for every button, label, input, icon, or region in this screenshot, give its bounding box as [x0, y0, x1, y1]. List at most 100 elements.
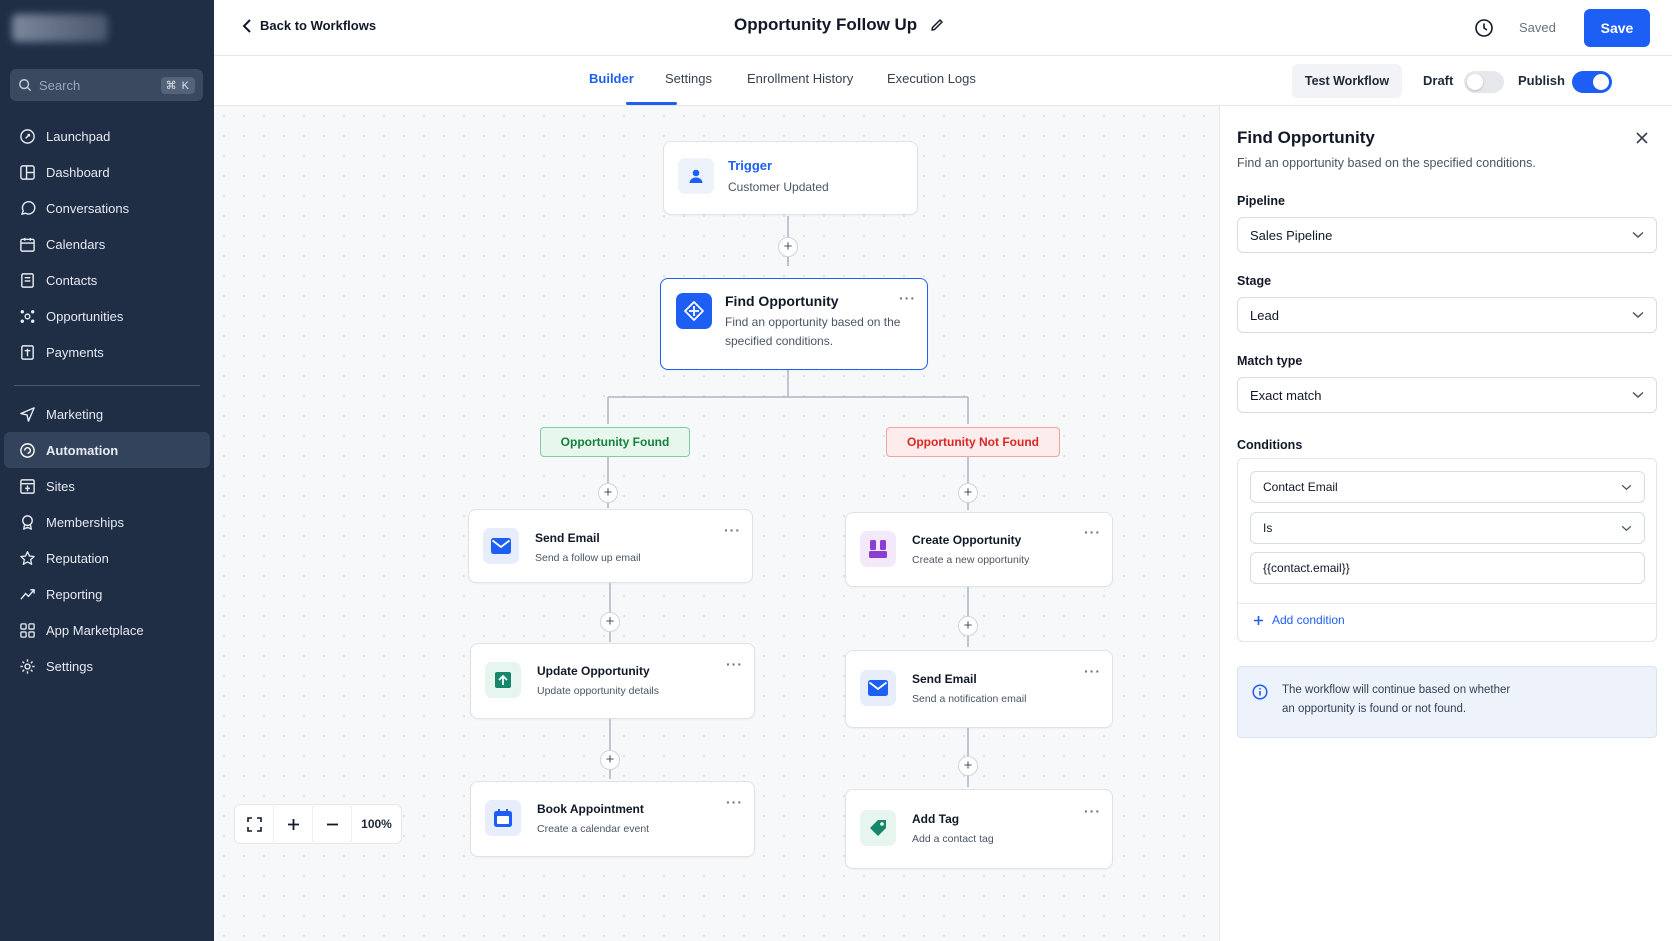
close-icon[interactable]	[1635, 131, 1649, 145]
trigger-node[interactable]: Trigger Customer Updated	[663, 141, 918, 215]
branch-opportunity-not-found[interactable]: Opportunity Not Found	[886, 427, 1060, 457]
add-step-button[interactable]: +	[958, 616, 978, 636]
sidebar-item-label: Calendars	[46, 236, 106, 252]
send-icon	[20, 406, 35, 422]
add-step-button[interactable]: +	[600, 612, 620, 632]
back-to-workflows-link[interactable]: Back to Workflows	[242, 18, 376, 33]
book-appointment-node[interactable]: Book Appointment Create a calendar event…	[470, 781, 755, 857]
test-workflow-button[interactable]: Test Workflow	[1292, 64, 1402, 98]
condition-operator-value: Is	[1263, 521, 1273, 535]
find-opportunity-icon	[676, 293, 712, 329]
pipeline-value: Sales Pipeline	[1250, 227, 1333, 243]
find-opportunity-node[interactable]: Find Opportunity Find an opportunity bas…	[660, 278, 928, 370]
sidebar-item-conversations[interactable]: Conversations	[4, 190, 210, 226]
chevron-down-icon	[1632, 391, 1644, 399]
sidebar-item-calendars[interactable]: Calendars	[4, 226, 210, 262]
contacts-icon	[21, 272, 34, 288]
node-menu-button[interactable]: ···	[726, 656, 743, 672]
info-text: The workflow will continue based on whet…	[1282, 681, 1510, 719]
conditions-box: Contact Email Is {{contact.email}} Add c…	[1237, 458, 1657, 642]
publish-toggle[interactable]	[1572, 71, 1612, 93]
match-type-select[interactable]: Exact match	[1237, 377, 1657, 413]
update-opportunity-node[interactable]: Update Opportunity Update opportunity de…	[470, 643, 755, 719]
chat-icon	[21, 200, 36, 215]
condition-value-input[interactable]: {{contact.email}}	[1250, 552, 1645, 584]
panel-title: Find Opportunity	[1237, 128, 1375, 147]
draft-label: Draft	[1423, 73, 1454, 88]
trigger-subtitle: Customer Updated	[728, 180, 829, 194]
publish-label: Publish	[1518, 73, 1565, 88]
branch-opportunity-found[interactable]: Opportunity Found	[540, 427, 690, 457]
conditions-divider	[1238, 603, 1656, 604]
add-step-button[interactable]: +	[598, 483, 618, 503]
add-tag-node[interactable]: Add Tag Add a contact tag ···	[845, 789, 1113, 869]
sidebar-item-label: Marketing	[46, 406, 104, 422]
match-type-value: Exact match	[1250, 387, 1322, 403]
sidebar-item-opportunities[interactable]: Opportunities	[4, 298, 210, 334]
stage-select[interactable]: Lead	[1237, 297, 1657, 333]
sidebar-item-launchpad[interactable]: Launchpad	[4, 118, 210, 154]
node-menu-button[interactable]: ···	[724, 522, 741, 538]
send-email-node[interactable]: Send Email Send a follow up email ···	[468, 509, 753, 583]
condition-field-select[interactable]: Contact Email	[1250, 471, 1645, 503]
add-condition-button[interactable]: Add condition	[1253, 613, 1345, 627]
condition-operator-select[interactable]: Is	[1250, 512, 1645, 544]
find-opportunity-title: Find Opportunity	[725, 293, 839, 309]
membership-icon	[22, 514, 33, 530]
sidebar-item-sites[interactable]: Sites	[4, 468, 210, 504]
brand-logo	[12, 14, 108, 42]
node-menu-button[interactable]: ···	[1084, 524, 1101, 540]
sidebar-item-marketing[interactable]: Marketing	[4, 396, 210, 432]
top-bar: Back to Workflows Opportunity Follow Up …	[214, 0, 1672, 56]
add-step-button[interactable]: +	[778, 237, 798, 257]
sidebar-item-settings[interactable]: Settings	[4, 648, 210, 684]
nav-primary: Launchpad Dashboard Conversations Calend…	[0, 118, 214, 370]
tab-builder[interactable]: Builder	[589, 71, 634, 86]
sidebar-item-reputation[interactable]: Reputation	[4, 540, 210, 576]
info-icon	[1252, 684, 1268, 700]
workflow-canvas[interactable]: Trigger Customer Updated + Find Opportun…	[214, 106, 1219, 941]
tab-settings[interactable]: Settings	[665, 71, 712, 86]
send-email-node[interactable]: Send Email Send a notification email ···	[845, 650, 1113, 728]
sidebar-item-payments[interactable]: Payments	[4, 334, 210, 370]
pipeline-label: Pipeline	[1237, 194, 1285, 208]
node-menu-button[interactable]: ···	[726, 794, 743, 810]
pipeline-select[interactable]: Sales Pipeline	[1237, 217, 1657, 253]
sidebar-item-reporting[interactable]: Reporting	[4, 576, 210, 612]
node-menu-button[interactable]: ···	[1084, 803, 1101, 819]
edit-pencil-icon[interactable]	[929, 17, 945, 33]
tab-enrollment-history[interactable]: Enrollment History	[747, 71, 853, 86]
sidebar-item-app-marketplace[interactable]: App Marketplace	[4, 612, 210, 648]
sidebar-item-contacts[interactable]: Contacts	[4, 262, 210, 298]
tab-execution-logs[interactable]: Execution Logs	[887, 71, 976, 86]
add-step-button[interactable]: +	[600, 750, 620, 770]
update-icon	[485, 662, 521, 698]
add-step-button[interactable]: +	[958, 756, 978, 776]
zoom-in-button[interactable]	[274, 804, 313, 844]
info-line-1: The workflow will continue based on whet…	[1282, 684, 1511, 696]
sidebar-item-label: Reporting	[46, 586, 103, 602]
history-clock-icon[interactable]	[1474, 18, 1494, 38]
publish-toggle-knob	[1593, 74, 1609, 90]
search-bar[interactable]: Search ⌘ K	[10, 69, 203, 101]
chevron-down-icon	[1621, 525, 1632, 531]
save-button[interactable]: Save	[1584, 9, 1650, 47]
star-icon	[20, 550, 35, 565]
sidebar-item-automation[interactable]: Automation	[4, 432, 210, 468]
sidebar-item-dashboard[interactable]: Dashboard	[4, 154, 210, 190]
node-menu-button[interactable]: ···	[899, 290, 916, 306]
zoom-out-button[interactable]	[313, 804, 352, 844]
draft-toggle[interactable]	[1464, 71, 1504, 93]
create-opportunity-node[interactable]: Create Opportunity Create a new opportun…	[845, 512, 1113, 587]
conditions-label: Conditions	[1237, 438, 1303, 452]
automation-icon	[20, 442, 35, 458]
node-menu-button[interactable]: ···	[1084, 663, 1101, 679]
chevron-down-icon	[1632, 311, 1644, 319]
fit-view-button[interactable]	[235, 804, 274, 844]
add-step-button[interactable]: +	[958, 483, 978, 503]
nav-secondary: Marketing Automation Sites Memberships R…	[0, 396, 214, 684]
find-opportunity-subtitle: Find an opportunity based on the specifi…	[725, 315, 901, 348]
node-config-panel: Find Opportunity Find an opportunity bas…	[1219, 106, 1672, 941]
sidebar-item-memberships[interactable]: Memberships	[4, 504, 210, 540]
node-title: Send Email	[912, 672, 977, 686]
